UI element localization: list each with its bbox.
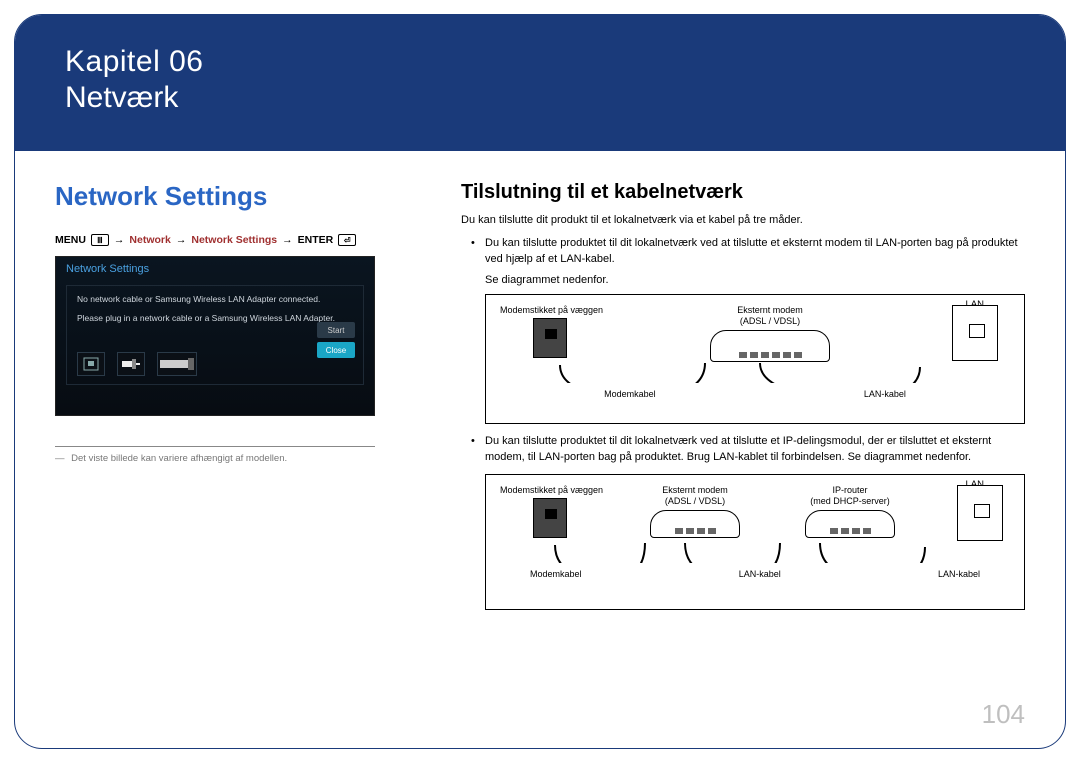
arrow-icon: → [282, 234, 293, 246]
chapter-header: Kapitel 06 Netværk [15, 15, 1065, 151]
footnote-separator [55, 446, 375, 447]
bullet-item-1: Du kan tilslutte produktet til dit lokal… [461, 236, 1025, 268]
modem-icon-2 [650, 510, 740, 538]
sub-line-1: Se diagrammet nedenfor. [461, 274, 1025, 286]
screenshot-message-1: No network cable or Samsung Wireless LAN… [77, 294, 353, 305]
modem-sublabel: (ADSL / VDSL) [690, 316, 850, 326]
wall-jack-icon-2 [533, 498, 567, 538]
left-column: Network Settings MENU Ⅲ → Network → Netw… [55, 181, 425, 620]
modem-label-2: Eksternt modem [640, 485, 750, 495]
screenshot-icons [77, 352, 197, 376]
breadcrumb: MENU Ⅲ → Network → Network Settings → EN… [55, 234, 425, 246]
settings-screenshot: Network Settings No network cable or Sam… [55, 256, 375, 416]
page-number: 104 [982, 699, 1025, 730]
router-label: IP-router [790, 485, 910, 495]
bullet-item-2: Du kan tilslutte produktet til dit lokal… [461, 434, 1025, 466]
lan-cable-label-2a: LAN-kabel [739, 569, 781, 579]
bullet-list: Du kan tilslutte produktet til dit lokal… [461, 236, 1025, 268]
chapter-number: Kapitel 06 [65, 45, 1015, 79]
bullet-list-2: Du kan tilslutte produktet til dit lokal… [461, 434, 1025, 466]
modem-cable-label: Modemkabel [604, 389, 656, 399]
modem-cable-label-2: Modemkabel [530, 569, 582, 579]
arrow-icon: → [114, 234, 125, 246]
breadcrumb-network: Network [129, 234, 170, 246]
page-frame: Kapitel 06 Netværk Network Settings MENU… [14, 14, 1066, 749]
breadcrumb-menu: MENU [55, 234, 86, 246]
lan-port-icon [77, 352, 105, 376]
router-sublabel: (med DHCP-server) [790, 496, 910, 506]
modem-label: Eksternt modem [690, 305, 850, 315]
right-section-title: Tilslutning til et kabelnetværk [461, 181, 1025, 204]
lan-cable-label-2b: LAN-kabel [938, 569, 980, 579]
breadcrumb-enter: ENTER [298, 234, 334, 246]
screenshot-message-2: Please plug in a network cable or a Sams… [77, 313, 353, 324]
adapter-icon [157, 352, 197, 376]
modem-icon [710, 330, 830, 362]
enter-icon: ⏎ [338, 234, 356, 246]
lan-socket-icon-2 [957, 485, 1003, 541]
wall-jack-label-2: Modemstikket på væggen [500, 485, 600, 495]
close-button: Close [317, 342, 355, 358]
lan-socket-icon [952, 305, 998, 361]
chapter-title: Netværk [65, 81, 1015, 115]
footnote-text: Det viste billede kan variere afhængigt … [71, 453, 287, 464]
modem-sublabel-2: (ADSL / VDSL) [640, 496, 750, 506]
breadcrumb-network-settings: Network Settings [191, 234, 277, 246]
section-title: Network Settings [55, 181, 425, 212]
start-button: Start [317, 322, 355, 338]
cable-plug-icon [117, 352, 145, 376]
lan-cable-label: LAN-kabel [864, 389, 906, 399]
router-icon [805, 510, 895, 538]
wall-jack-icon [533, 318, 567, 358]
content-area: Network Settings MENU Ⅲ → Network → Netw… [15, 151, 1065, 620]
screenshot-title: Network Settings [56, 257, 374, 279]
arrow-icon: → [176, 234, 187, 246]
menu-icon: Ⅲ [91, 234, 109, 246]
screenshot-panel: No network cable or Samsung Wireless LAN… [66, 285, 364, 385]
wall-jack-label: Modemstikket på væggen [500, 305, 600, 315]
footnote-dash: ― [55, 453, 65, 464]
intro-text: Du kan tilslutte dit produkt til et loka… [461, 214, 1025, 226]
diagram-2: LAN Modemstikket på væggen Eksternt mode… [485, 474, 1025, 610]
right-column: Tilslutning til et kabelnetværk Du kan t… [461, 181, 1025, 620]
footnote: ― Det viste billede kan variere afhængig… [55, 453, 425, 464]
diagram-1: LAN Modemstikket på væggen Eksternt mode… [485, 294, 1025, 424]
